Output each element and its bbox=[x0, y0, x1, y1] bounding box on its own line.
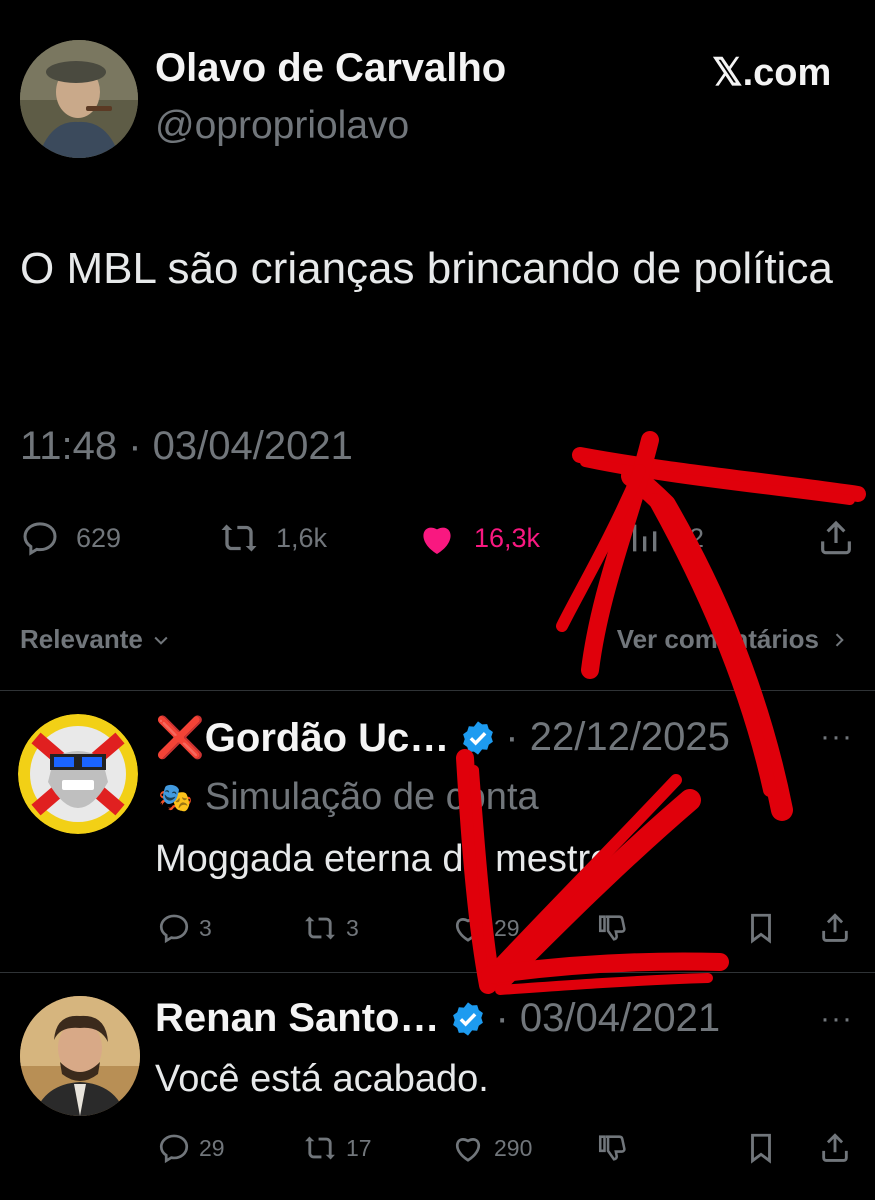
reply-date[interactable]: · 22/12/2025 bbox=[505, 715, 730, 760]
reply-text: Você está acabado. bbox=[155, 1058, 489, 1100]
like-count: 29 bbox=[494, 914, 520, 941]
share-icon bbox=[822, 913, 848, 942]
repost-count-button[interactable]: 1,6k bbox=[218, 518, 327, 558]
repost-count: 3 bbox=[346, 914, 359, 941]
reply-count: 3 bbox=[199, 914, 212, 941]
view-comments-link[interactable]: Ver comentários bbox=[617, 624, 849, 655]
reply-button[interactable]: 3 bbox=[157, 911, 212, 945]
reply-header: ❌Gordão Uc… · 22/12/2025 bbox=[155, 714, 730, 761]
like-button[interactable]: 290 bbox=[450, 1131, 532, 1165]
heart-icon bbox=[456, 918, 480, 942]
verified-badge-icon bbox=[453, 1001, 484, 1036]
bookmark-icon bbox=[751, 913, 771, 944]
repost-count: 1,6k bbox=[276, 522, 328, 553]
reply-text: Moggada eterna do mestre bbox=[155, 838, 612, 880]
repost-icon bbox=[221, 524, 257, 552]
reply-icon bbox=[23, 522, 57, 556]
thumbs-down-icon bbox=[598, 1135, 626, 1161]
reply-icon bbox=[159, 1134, 189, 1164]
reply-icon bbox=[159, 914, 189, 944]
parody-label-text: Simulação de conta bbox=[204, 776, 539, 818]
bookmark-icon bbox=[751, 1133, 771, 1164]
reply-button[interactable]: 29 bbox=[157, 1131, 225, 1165]
reply-author-name[interactable]: Renan Santo… bbox=[155, 996, 439, 1041]
author-name[interactable]: Olavo de Carvalho bbox=[155, 46, 506, 91]
reply-header: Renan Santo… · 03/04/2021 bbox=[155, 996, 720, 1041]
share-icon bbox=[821, 520, 851, 555]
repost-button[interactable]: 17 bbox=[302, 1131, 372, 1165]
repost-count: 17 bbox=[346, 1134, 372, 1161]
chevron-right-icon bbox=[835, 632, 844, 647]
heart-filled-icon bbox=[423, 527, 451, 554]
upper-arrow-head bbox=[572, 447, 866, 502]
reply-date[interactable]: · 03/04/2021 bbox=[495, 996, 720, 1041]
author-avatar[interactable] bbox=[20, 40, 138, 158]
theater-masks-icon: 🎭 bbox=[158, 782, 193, 813]
post-text: O MBL são crianças brincando de política bbox=[20, 244, 833, 293]
dislike-button[interactable] bbox=[596, 1131, 630, 1165]
reply-actions: 3 3 29 bbox=[0, 908, 875, 948]
author-handle[interactable]: @opropriolavo bbox=[155, 104, 409, 148]
sort-label: Relevante bbox=[20, 624, 143, 654]
repost-icon bbox=[305, 1136, 335, 1160]
dislike-button[interactable] bbox=[596, 911, 630, 945]
like-count: 16,3k bbox=[474, 522, 541, 553]
repost-button[interactable]: 3 bbox=[302, 911, 359, 945]
reply-count: 29 bbox=[199, 1134, 225, 1161]
divider bbox=[0, 690, 875, 691]
like-count: 290 bbox=[494, 1134, 533, 1161]
repost-icon bbox=[305, 916, 335, 940]
bookmark-button[interactable] bbox=[744, 911, 778, 945]
share-icon bbox=[822, 1133, 848, 1162]
source-label: 𝕏.com bbox=[712, 52, 832, 94]
views-count: 32 bbox=[674, 522, 705, 553]
share-button[interactable] bbox=[818, 911, 852, 945]
view-comments-label: Ver comentários bbox=[616, 624, 819, 654]
chevron-down-icon bbox=[154, 636, 168, 645]
reply-count: 629 bbox=[76, 522, 122, 553]
post-timestamp[interactable]: 11:48 · 03/04/2021 bbox=[20, 424, 353, 469]
reply-actions: 29 17 290 bbox=[0, 1128, 875, 1168]
reply-avatar[interactable] bbox=[20, 996, 140, 1116]
reply-count-button[interactable]: 629 bbox=[20, 518, 121, 558]
verified-badge-icon bbox=[463, 720, 494, 755]
divider bbox=[0, 972, 875, 973]
views-icon bbox=[623, 524, 657, 552]
views-count-button[interactable]: 32 bbox=[618, 518, 704, 558]
like-count-button[interactable]: 16,3k bbox=[416, 518, 540, 558]
more-options-button[interactable]: ··· bbox=[820, 720, 853, 754]
share-button[interactable] bbox=[818, 1131, 852, 1165]
share-button[interactable] bbox=[816, 518, 856, 563]
heart-icon bbox=[456, 1138, 480, 1162]
thumbs-down-icon bbox=[598, 915, 626, 941]
like-button[interactable]: 29 bbox=[450, 911, 520, 945]
reply-avatar[interactable] bbox=[18, 714, 138, 834]
more-options-button[interactable]: ··· bbox=[820, 1002, 853, 1036]
sort-replies-dropdown[interactable]: Relevante bbox=[20, 624, 171, 655]
lower-arrow-shaft bbox=[489, 789, 701, 991]
reply-author-name[interactable]: ❌Gordão Uc… bbox=[155, 714, 449, 761]
bookmark-button[interactable] bbox=[744, 1131, 778, 1165]
parody-label: 🎭 Simulação de conta bbox=[158, 776, 539, 819]
